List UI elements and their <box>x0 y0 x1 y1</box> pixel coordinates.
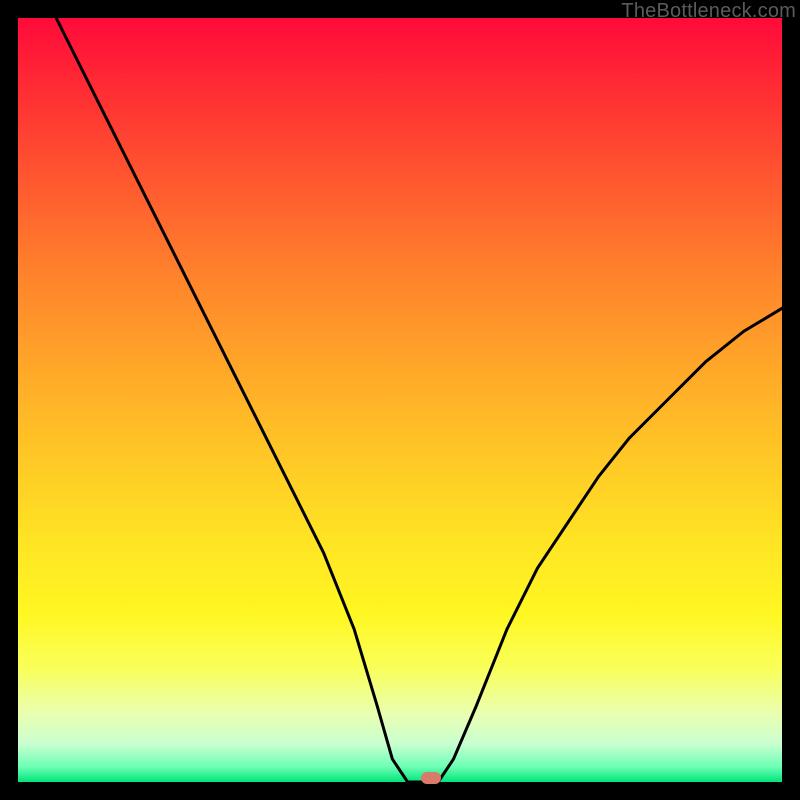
chart-frame: TheBottleneck.com <box>0 0 800 800</box>
optimal-point-marker <box>421 772 441 784</box>
bottleneck-curve <box>18 18 782 782</box>
chart-plot-area <box>18 18 782 782</box>
watermark-label: TheBottleneck.com <box>621 0 796 23</box>
